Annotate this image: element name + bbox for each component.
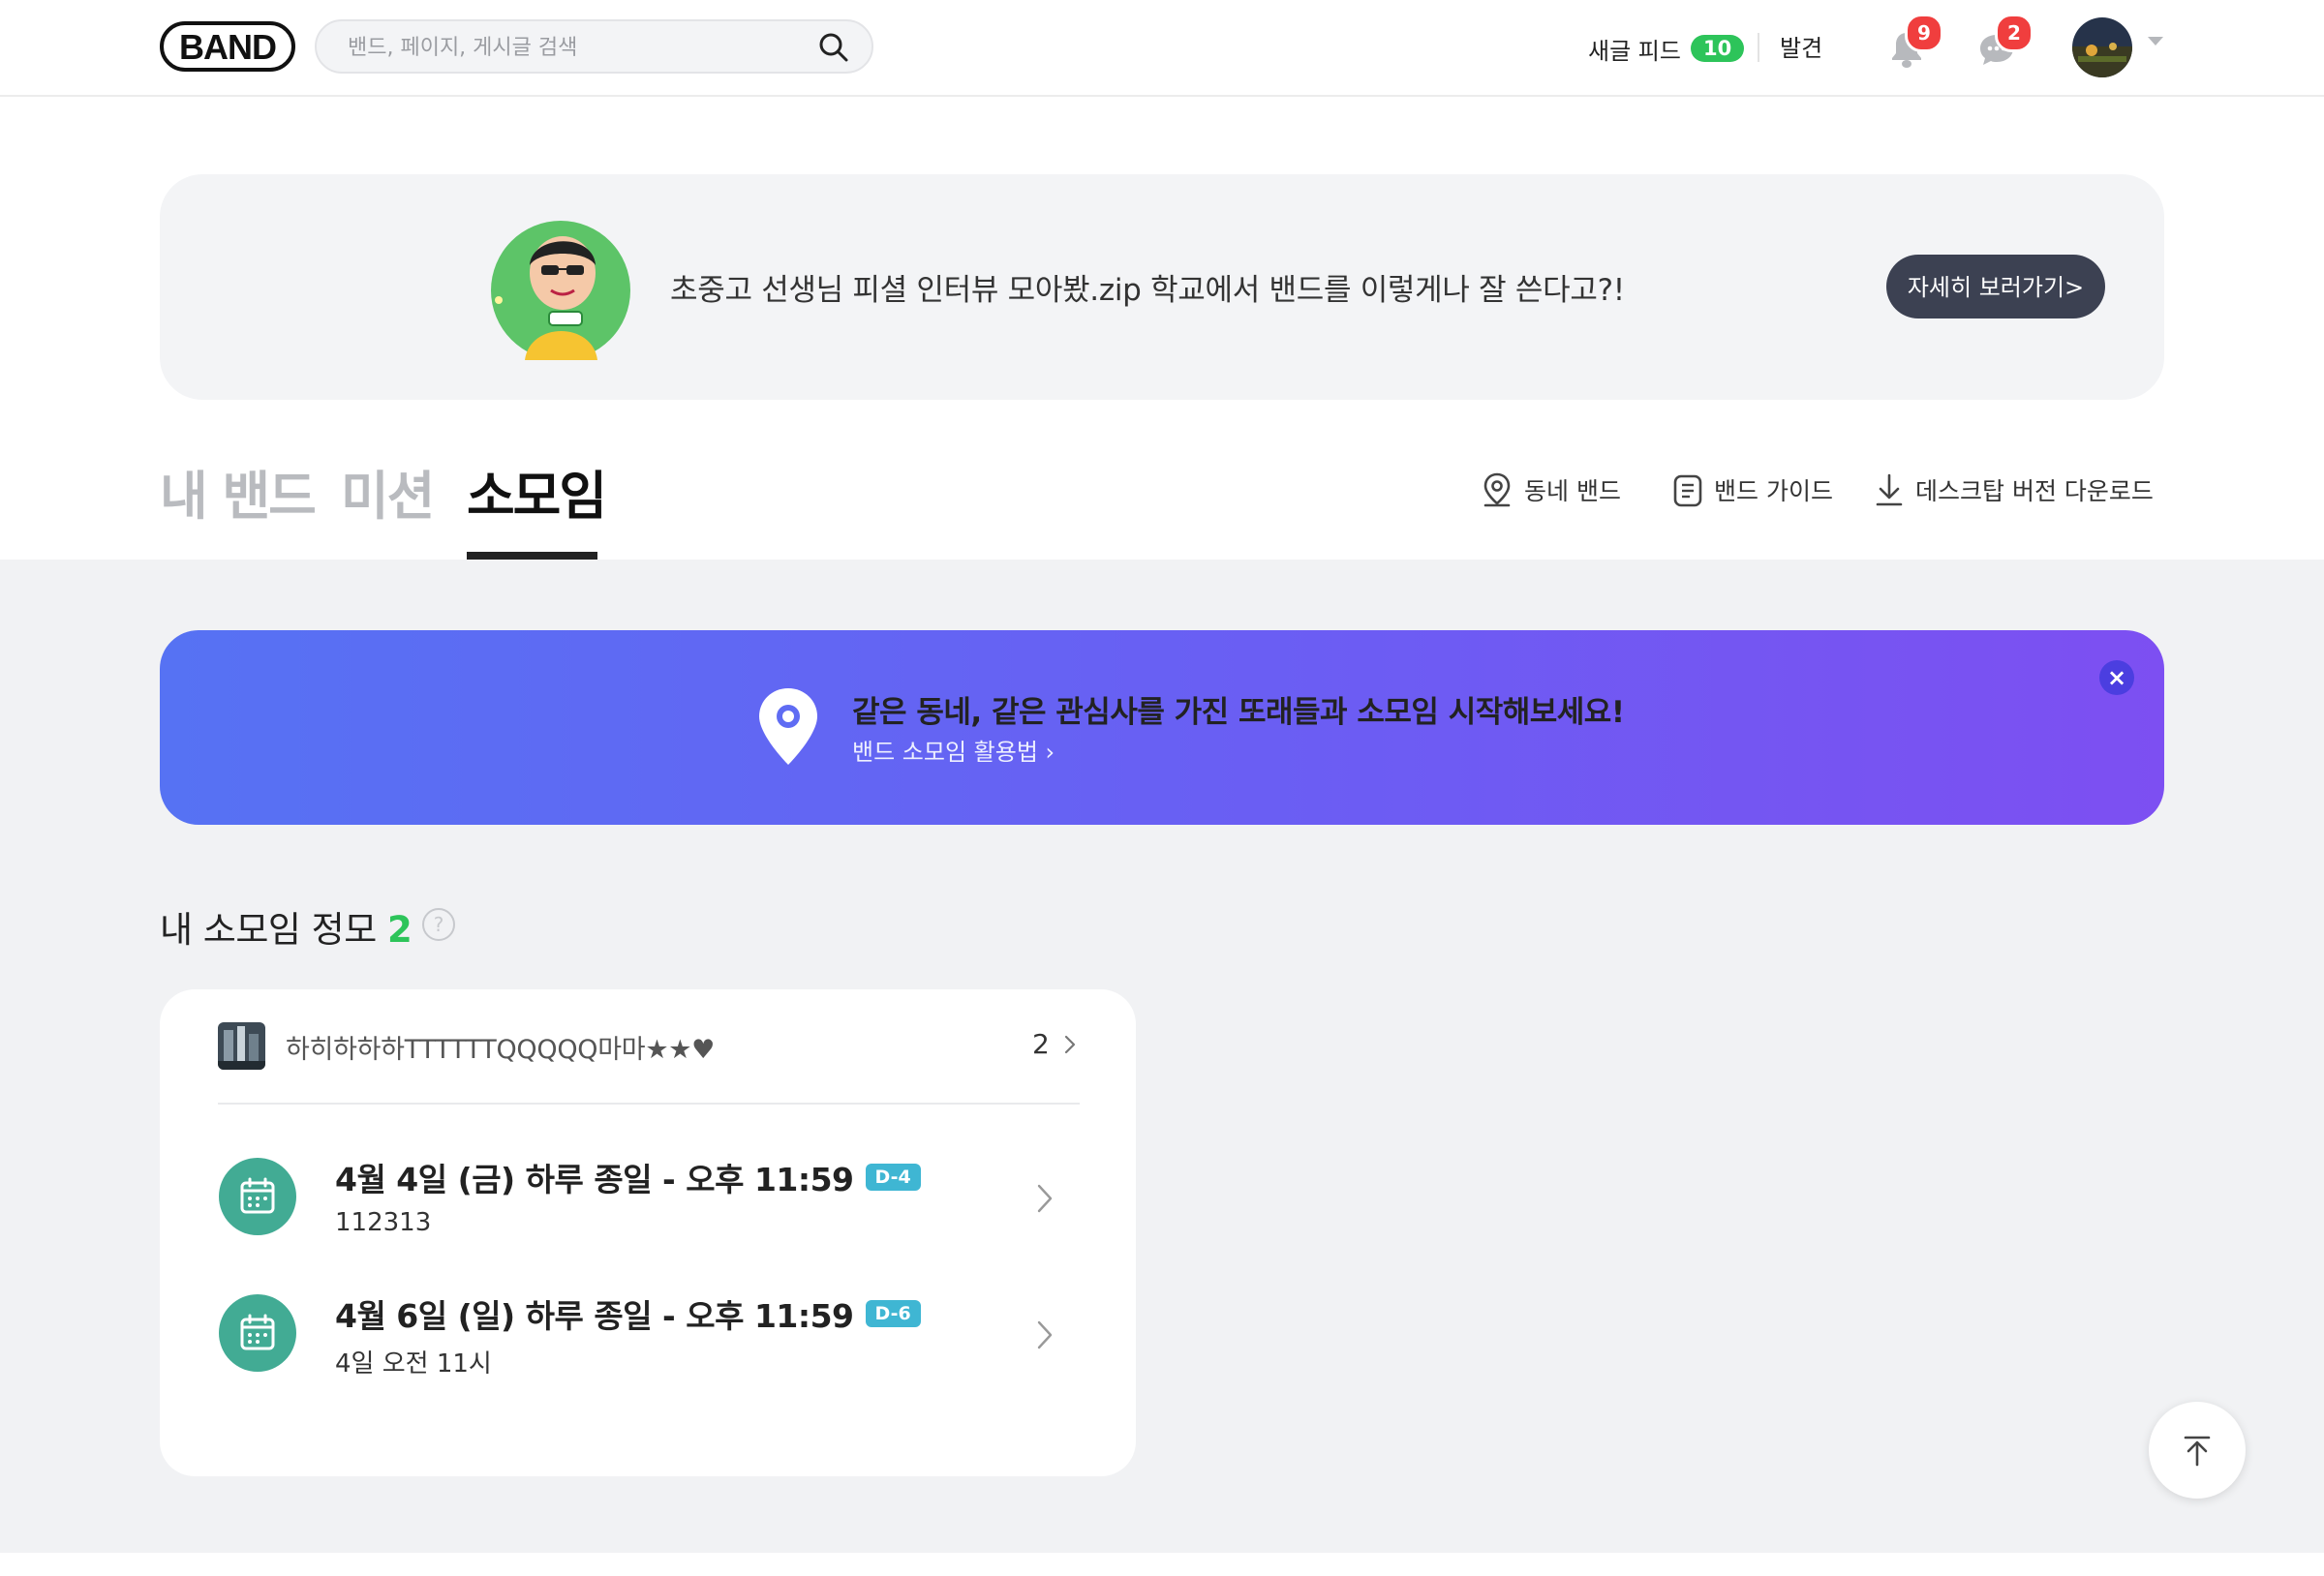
avatar-image: [2072, 17, 2132, 77]
promo-text: 초중고 선생님 피셜 인터뷰 모아봤.zip 학교에서 밴드를 이렇게나 잘 쓴…: [670, 273, 1625, 308]
tab-small-groups[interactable]: 소모임: [467, 453, 607, 530]
event-subtitle: 4일 오전 11시: [335, 1349, 492, 1379]
guide-icon: [1673, 474, 1702, 507]
event-title: 4월 6일 (일) 하루 종일 - 오후 11:59: [335, 1297, 854, 1335]
event-subtitle: 112313: [335, 1208, 432, 1237]
help-icon[interactable]: ?: [422, 908, 455, 941]
chat-badge: 2: [1995, 14, 2034, 52]
notifications-button[interactable]: 9: [1880, 14, 1943, 79]
band-thumbnail-image: [218, 1022, 265, 1070]
neighborhood-band-link[interactable]: 동네 밴드: [1480, 470, 1621, 509]
chevron-right-icon[interactable]: [1034, 1182, 1055, 1215]
band-thumbnail[interactable]: [218, 1022, 265, 1070]
dday-badge: D-6: [865, 1300, 921, 1327]
section-title: 내 소모임 정모 2: [160, 900, 413, 953]
band-guide-label: 밴드 가이드: [1714, 477, 1833, 505]
section-title-text: 내 소모임 정모: [160, 909, 377, 951]
profile-avatar[interactable]: [2072, 17, 2132, 77]
banner-guide-link[interactable]: 밴드 소모임 활용법 ›: [852, 733, 1055, 767]
card-divider: [218, 1103, 1080, 1105]
scroll-to-top-button[interactable]: [2149, 1402, 2246, 1499]
banner-title: 같은 동네, 같은 관심사를 가진 또래들과 소모임 시작해보세요!: [852, 695, 1625, 730]
promo-more-button[interactable]: 자세히 보러가기>: [1886, 255, 2105, 318]
active-tab-indicator: [467, 552, 597, 560]
desktop-download-link[interactable]: 데스크탑 버전 다운로드: [1873, 470, 2154, 509]
search-icon[interactable]: [817, 31, 850, 64]
download-icon: [1876, 473, 1903, 506]
new-feed-link[interactable]: 새글 피드 10: [1588, 29, 1745, 68]
calendar-icon: [219, 1294, 296, 1372]
dday-badge: D-4: [865, 1164, 921, 1191]
section-count: 2: [387, 909, 413, 951]
tab-my-bands[interactable]: 내 밴드: [160, 453, 317, 530]
feed-label: 새글 피드: [1588, 37, 1681, 65]
event-row[interactable]: 4월 6일 (일) 하루 종일 - 오후 11:59 D-6: [335, 1290, 921, 1337]
calendar-icon: [219, 1158, 296, 1235]
profile-dropdown-caret-icon[interactable]: [2148, 37, 2163, 45]
banner-close-icon[interactable]: ×: [2099, 660, 2134, 695]
band-meetup-count[interactable]: 2: [1032, 1028, 1050, 1060]
band-name[interactable]: 하히하하하TTTTTTQQQQQ마마★★♥: [286, 1028, 715, 1066]
chevron-right-icon[interactable]: [1063, 1034, 1077, 1055]
band-logo[interactable]: BAND: [160, 21, 295, 72]
arrow-up-icon: [2184, 1436, 2211, 1466]
search-input[interactable]: [346, 29, 814, 66]
desktop-download-label: 데스크탑 버전 다운로드: [1915, 477, 2154, 505]
feed-count-badge: 10: [1690, 35, 1745, 62]
chat-button[interactable]: 2: [1970, 14, 2034, 79]
event-row[interactable]: 4월 4일 (금) 하루 종일 - 오후 11:59 D-4: [335, 1154, 921, 1200]
band-guide-link[interactable]: 밴드 가이드: [1671, 470, 1833, 509]
tab-missions[interactable]: 미션: [341, 453, 435, 530]
location-icon: [1483, 472, 1511, 507]
discover-link[interactable]: 발견: [1780, 29, 1822, 68]
teacher-illustration: [491, 221, 630, 360]
location-pin-icon: [759, 688, 817, 765]
footer-edge: [0, 1553, 2324, 1576]
notifications-badge: 9: [1905, 14, 1943, 52]
neighborhood-band-label: 동네 밴드: [1524, 477, 1621, 505]
header-divider: [1758, 33, 1759, 62]
search-bar: [315, 19, 873, 74]
event-title: 4월 4일 (금) 하루 종일 - 오후 11:59: [335, 1161, 854, 1198]
chevron-right-icon[interactable]: [1034, 1318, 1055, 1351]
